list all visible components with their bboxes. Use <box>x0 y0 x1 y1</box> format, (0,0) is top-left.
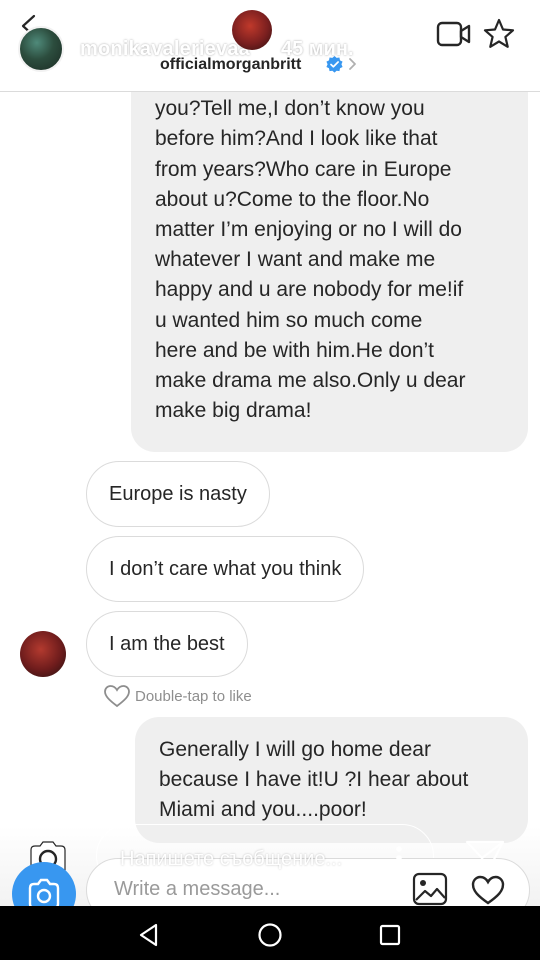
message-line: Miami and you....poor! <box>159 798 367 822</box>
heart-outline-icon[interactable] <box>103 684 131 708</box>
received-message[interactable]: I don’t care what you think <box>86 536 365 602</box>
like-hint[interactable]: Double-tap to like <box>103 684 252 708</box>
send-icon[interactable] <box>464 838 506 878</box>
story-user-avatar[interactable] <box>18 26 64 72</box>
message-line: before him?And I look like that <box>155 127 438 151</box>
message-line: Generally I will go home dear <box>159 738 431 761</box>
gallery-icon[interactable] <box>412 872 448 906</box>
message-line: happy and u are nobody for me!if <box>155 278 464 302</box>
message-line: because I have it!U ?I hear about <box>159 768 469 792</box>
message-line: matter I’m enjoying or no I will do <box>155 218 462 242</box>
sent-message-1-text: Morgan who is obsessed fromyou?Tell me,I… <box>131 92 528 452</box>
nav-home-icon[interactable] <box>257 922 283 948</box>
message-line: from years?Who care in Europe <box>155 157 452 181</box>
nav-recents-icon[interactable] <box>378 923 402 947</box>
received-message[interactable]: Europe is nasty <box>86 461 270 527</box>
message-line: u wanted him so much come <box>155 308 423 332</box>
message-input[interactable]: Write a message... <box>114 878 280 901</box>
chat-header: monikavalerievaa 45 мин. officialmorganb… <box>0 0 540 92</box>
video-call-icon[interactable] <box>436 20 472 48</box>
message-line: make drama me also.Only u dear <box>155 369 466 393</box>
sent-message-1[interactable]: Morgan who is obsessed fromyou?Tell me,I… <box>131 92 528 452</box>
received-message[interactable]: I am the best <box>86 611 248 677</box>
story-reply-placeholder[interactable]: Напишете съобщение... <box>120 848 342 871</box>
heart-icon[interactable] <box>470 874 506 906</box>
nav-back-icon[interactable] <box>136 922 162 948</box>
system-nav-bar <box>0 906 540 960</box>
sender-avatar[interactable] <box>20 631 66 677</box>
verified-icon <box>326 55 343 73</box>
chevron-right-icon[interactable] <box>347 57 357 71</box>
message-line: you?Tell me,I don’t know you <box>155 97 425 121</box>
message-line: about u?Come to the floor.No <box>155 187 430 211</box>
more-options-icon[interactable] <box>395 845 403 871</box>
like-hint-text: Double-tap to like <box>135 687 252 705</box>
chat-username[interactable]: officialmorganbritt <box>160 56 301 74</box>
message-line: here and be with him.He don’t <box>155 338 434 362</box>
chat-avatar[interactable] <box>232 10 272 50</box>
star-icon[interactable] <box>482 17 516 51</box>
message-line: whatever I want and make me <box>155 248 436 272</box>
message-line: make big drama! <box>155 399 312 423</box>
